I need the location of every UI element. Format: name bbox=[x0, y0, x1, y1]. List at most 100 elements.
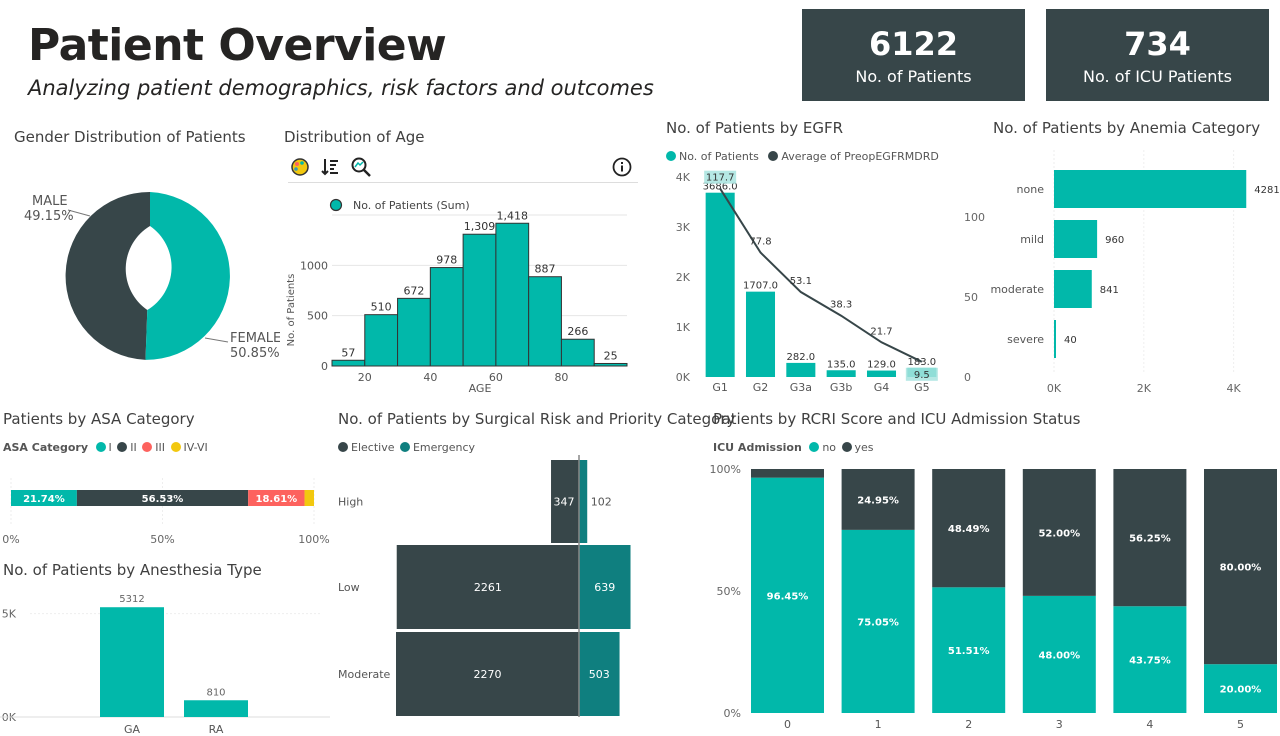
donut-slice-male[interactable] bbox=[65, 191, 150, 360]
rcri-y-tick: 100% bbox=[710, 463, 741, 476]
asa-x-tick: 0% bbox=[2, 533, 19, 546]
anesthesia-bar[interactable] bbox=[184, 700, 248, 717]
rcri-x-tick: 2 bbox=[965, 718, 972, 731]
asa-legend: ASA Category I II III IV-VI bbox=[3, 441, 208, 454]
asa-stacked-chart: 0% 50% 100% 21.74% 56.53% 18.61% bbox=[2, 478, 330, 546]
kpi-label: No. of Patients bbox=[855, 67, 972, 86]
egfr-bar[interactable] bbox=[866, 370, 897, 377]
age-histogram-chart: No. of Patients (Sum) No. of Patients AG… bbox=[286, 198, 628, 395]
rcri-bar-yes[interactable] bbox=[751, 469, 824, 478]
legend-dot bbox=[95, 442, 106, 452]
anesthesia-x-tick: RA bbox=[209, 723, 224, 736]
egfr-bar-label: 129.0 bbox=[867, 360, 896, 371]
age-y-tick: 0 bbox=[321, 360, 328, 373]
age-bar[interactable] bbox=[593, 362, 628, 367]
age-bar[interactable] bbox=[462, 233, 497, 367]
legend-marker bbox=[329, 198, 343, 212]
age-bar[interactable] bbox=[429, 267, 464, 367]
asa-segment-label: 18.61% bbox=[256, 494, 298, 505]
anemia-bar[interactable] bbox=[1054, 220, 1098, 258]
age-bar[interactable] bbox=[495, 222, 530, 367]
age-bar-label: 1,418 bbox=[497, 209, 529, 222]
egfr-y-tick: 4K bbox=[676, 171, 691, 184]
egfr-bar-label: 135.0 bbox=[827, 359, 856, 370]
rcri-x-tick: 4 bbox=[1146, 718, 1153, 731]
anesthesia-x-tick: GA bbox=[124, 723, 141, 736]
anemia-bar[interactable] bbox=[1054, 320, 1056, 358]
surgical-legend-elective: Elective bbox=[351, 441, 395, 454]
surgical-emergency-label: 503 bbox=[589, 668, 610, 681]
age-bar[interactable] bbox=[528, 276, 562, 367]
egfr-y-tick: 2K bbox=[676, 271, 691, 284]
leader-line bbox=[204, 337, 229, 343]
rcri-yes-label: 24.95% bbox=[857, 495, 899, 506]
anemia-bar[interactable] bbox=[1054, 270, 1092, 308]
egfr-x-tick: G1 bbox=[712, 381, 728, 394]
anemia-bar[interactable] bbox=[1054, 170, 1247, 208]
surgical-y-tick: High bbox=[338, 496, 363, 509]
kpi-card-patients[interactable]: 6122 No. of Patients bbox=[802, 9, 1025, 101]
egfr-bar[interactable] bbox=[745, 291, 776, 377]
kpi-card-icu-patients[interactable]: 734 No. of ICU Patients bbox=[1046, 9, 1269, 101]
anemia-y-tick: none bbox=[1017, 183, 1045, 196]
donut-slice-female[interactable] bbox=[145, 192, 230, 360]
age-x-tick: 20 bbox=[358, 371, 372, 384]
age-bar-label: 510 bbox=[371, 301, 392, 314]
asa-legend-item: II bbox=[130, 441, 137, 454]
surgical-legend-emergency: Emergency bbox=[412, 441, 476, 454]
egfr-x-tick: G3a bbox=[790, 381, 812, 394]
egfr-line-label: 21.7 bbox=[870, 326, 892, 337]
gender-pct-male: 49.15% bbox=[24, 209, 74, 224]
egfr-y2-tick: 0 bbox=[964, 371, 971, 384]
egfr-y-tick: 1K bbox=[676, 321, 691, 334]
legend-dot bbox=[170, 442, 181, 452]
egfr-x-tick: G4 bbox=[874, 381, 890, 394]
legend-dot bbox=[666, 151, 676, 161]
rcri-no-label: 20.00% bbox=[1220, 685, 1262, 696]
page-subtitle: Analyzing patient demographics, risk fac… bbox=[28, 76, 654, 100]
surgical-legend: Elective Emergency bbox=[338, 441, 475, 454]
egfr-y-tick: 0K bbox=[676, 371, 691, 384]
egfr-bar[interactable] bbox=[705, 192, 735, 377]
rcri-yes-label: 52.00% bbox=[1038, 528, 1080, 539]
age-x-tick: 40 bbox=[423, 371, 437, 384]
age-bar[interactable] bbox=[331, 359, 366, 367]
anemia-bar-chart: 0K 2K 4K none 4281 mild 960 moderate 841 severe 4… bbox=[990, 150, 1280, 395]
age-bar[interactable] bbox=[560, 338, 595, 367]
asa-x-tick: 100% bbox=[298, 533, 329, 546]
rcri-no-label: 48.00% bbox=[1038, 650, 1080, 661]
search-icon[interactable] bbox=[350, 156, 372, 178]
age-bar[interactable] bbox=[397, 297, 431, 367]
surgical-bar-emergency[interactable] bbox=[579, 460, 588, 543]
rcri-y-tick: 50% bbox=[717, 585, 741, 598]
surgical-elective-label: 2261 bbox=[474, 581, 502, 594]
age-y-axis-label: No. of Patients bbox=[286, 274, 297, 347]
anemia-x-tick: 2K bbox=[1137, 382, 1152, 395]
age-bar[interactable] bbox=[364, 314, 399, 367]
anesthesia-bar[interactable] bbox=[100, 607, 164, 717]
egfr-legend-bars: No. of Patients bbox=[679, 150, 759, 163]
asa-segment-label: 21.74% bbox=[23, 494, 65, 505]
anesthesia-bar-label: 810 bbox=[206, 687, 225, 698]
legend-dot bbox=[809, 442, 820, 452]
asa-legend-item: I bbox=[108, 441, 112, 454]
age-bar-label: 672 bbox=[403, 284, 424, 297]
info-icon[interactable] bbox=[612, 157, 632, 177]
egfr-x-tick: G5 bbox=[914, 381, 930, 394]
age-bar-label: 25 bbox=[604, 349, 618, 362]
palette-icon[interactable] bbox=[290, 157, 310, 177]
surgical-y-tick: Low bbox=[338, 581, 360, 594]
egfr-line-label: 77.8 bbox=[749, 237, 771, 248]
sort-icon[interactable] bbox=[320, 157, 340, 177]
legend-dot bbox=[399, 442, 410, 452]
gender-donut-chart: MALE 49.15% FEMALE 50.85% bbox=[24, 191, 280, 361]
surgical-chart-title: No. of Patients by Surgical Risk and Pri… bbox=[338, 410, 736, 428]
kpi-value: 6122 bbox=[868, 25, 959, 63]
age-y-tick: 500 bbox=[307, 310, 328, 323]
age-bar-label: 266 bbox=[567, 325, 588, 338]
egfr-bar[interactable] bbox=[826, 370, 856, 377]
kpi-label: No. of ICU Patients bbox=[1083, 67, 1232, 86]
legend-dot bbox=[768, 151, 779, 161]
asa-segment[interactable] bbox=[304, 490, 314, 506]
egfr-bar[interactable] bbox=[786, 362, 816, 377]
